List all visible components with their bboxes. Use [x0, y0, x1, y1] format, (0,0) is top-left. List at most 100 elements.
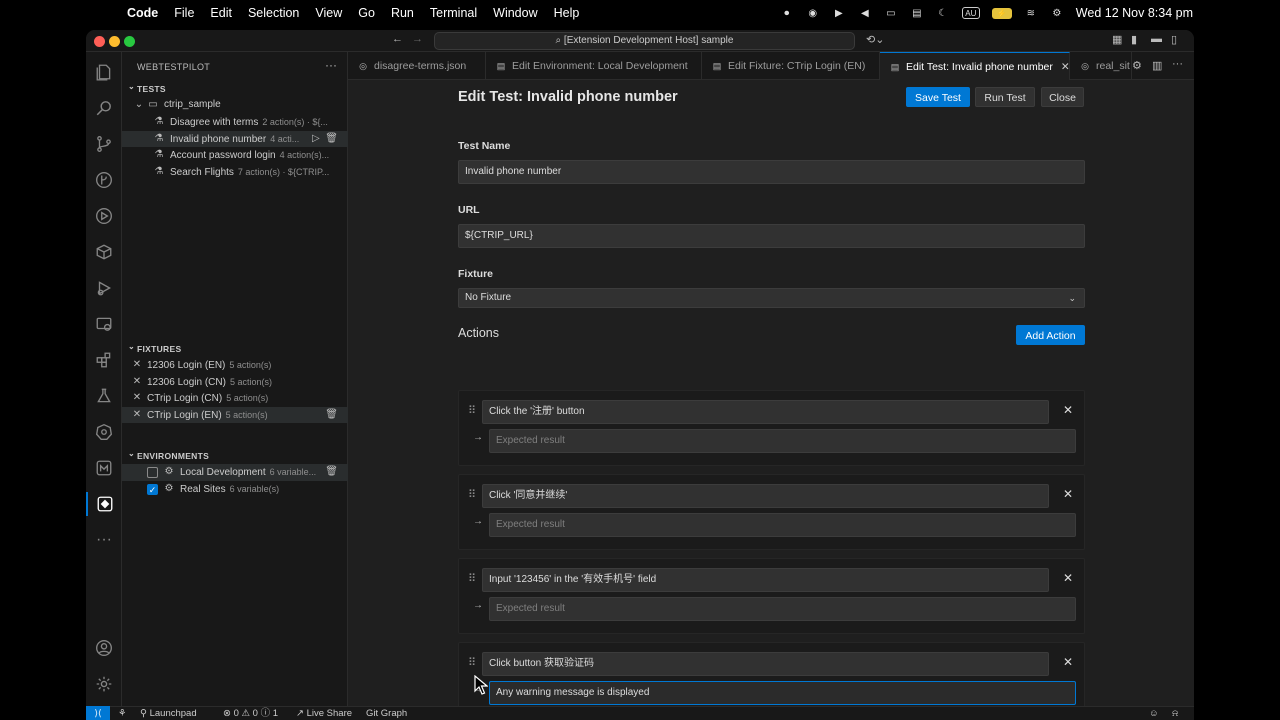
zoom-window-button[interactable]	[124, 36, 135, 47]
manage-gear-icon[interactable]	[86, 672, 122, 696]
menu-terminal[interactable]: Terminal	[430, 6, 477, 20]
remote-indicator-icon[interactable]: ⟩⟨	[86, 706, 110, 720]
menu-edit[interactable]: Edit	[210, 6, 232, 20]
explorer-icon[interactable]	[86, 60, 122, 84]
search-icon[interactable]	[86, 96, 122, 120]
run-test-button[interactable]: Run Test	[975, 87, 1035, 107]
copilot-icon[interactable]: ⟲⌄	[866, 33, 884, 46]
url-input[interactable]: ${CTRIP_URL}	[458, 224, 1085, 248]
more-actions-icon[interactable]: ···	[1172, 58, 1183, 70]
menu-go[interactable]: Go	[358, 6, 375, 20]
tab-edit-test[interactable]: ▤ Edit Test: Invalid phone number ✕	[880, 52, 1070, 80]
tests-section-header[interactable]: ⌄ TESTS	[122, 81, 348, 97]
split-editor-icon[interactable]: ▥	[1152, 59, 1162, 72]
menu-window[interactable]: Window	[493, 6, 537, 20]
menu-selection[interactable]: Selection	[248, 6, 299, 20]
notifications-bell-icon[interactable]: ⍾	[1172, 707, 1178, 720]
environments-section-header[interactable]: ⌄ ENVIRONMENTS	[122, 448, 348, 464]
add-action-button[interactable]: Add Action	[1016, 325, 1085, 345]
wifi-icon[interactable]: ≋	[1024, 6, 1038, 20]
more-actions-icon[interactable]: ···	[325, 58, 337, 72]
tab-disagree-terms[interactable]: ◎ disagree-terms.json	[348, 52, 486, 80]
test-name-input[interactable]: Invalid phone number	[458, 160, 1085, 184]
expected-result-input-focused[interactable]: Any warning message is displayed	[489, 681, 1076, 705]
close-button[interactable]: Close	[1041, 87, 1084, 107]
delete-action-icon[interactable]: ✕	[1063, 571, 1073, 585]
toggle-secondary-sidebar-icon[interactable]: ▯	[1171, 33, 1177, 46]
wechat-icon[interactable]: ◉	[806, 6, 820, 20]
webtestpilot-icon[interactable]	[86, 492, 122, 516]
fixture-item[interactable]: ✕ CTrip Login (CN) 5 action(s)	[122, 390, 348, 407]
testing-flask-icon[interactable]	[86, 384, 122, 408]
drag-handle-icon[interactable]: ⠿	[468, 656, 476, 669]
display-icon[interactable]: ▭	[884, 6, 898, 20]
expected-result-input[interactable]: Expected result	[489, 513, 1076, 537]
more-views-icon[interactable]: ···	[86, 528, 122, 552]
environment-checkbox-checked[interactable]: ✓	[147, 483, 158, 495]
delete-trash-icon[interactable]: 🗑	[325, 133, 338, 144]
extension-host-icon[interactable]: ⚘	[118, 707, 127, 720]
delete-trash-icon[interactable]: 🗑	[325, 407, 338, 424]
toggle-sidebar-icon[interactable]: ▮	[1131, 33, 1137, 46]
customize-layout-icon[interactable]: ▦	[1112, 33, 1122, 46]
test-item[interactable]: ⚗ Search Flights 7 action(s) · ${CTRIP...	[122, 164, 348, 181]
extensions-grid-icon[interactable]	[86, 348, 122, 372]
folder-ctrip-sample[interactable]: ⌄ ▭ ctrip_sample	[122, 97, 348, 114]
drag-handle-icon[interactable]: ⠿	[468, 488, 476, 501]
live-share-item[interactable]: ↗ Live Share	[296, 707, 352, 720]
delete-trash-icon[interactable]: 🗑	[325, 464, 338, 481]
menu-app-name[interactable]: Code	[127, 6, 158, 20]
tab-edit-environment[interactable]: ▤ Edit Environment: Local Development	[486, 52, 702, 80]
git-graph-icon[interactable]	[86, 168, 122, 192]
launchpad-item[interactable]: ⚲ Launchpad	[140, 707, 197, 720]
test-item[interactable]: ⚗ Disagree with terms 2 action(s) · ${...	[122, 114, 348, 131]
forward-arrow-icon[interactable]: →	[412, 33, 423, 45]
environment-checkbox[interactable]	[147, 467, 158, 478]
debug-icon[interactable]	[86, 276, 122, 300]
delete-action-icon[interactable]: ✕	[1063, 487, 1073, 501]
menu-file[interactable]: File	[174, 6, 194, 20]
run-test-icon[interactable]: ▷	[312, 133, 320, 144]
volume-icon[interactable]: ◀	[858, 6, 872, 20]
test-item[interactable]: ⚗ Account password login 4 action(s)...	[122, 147, 348, 164]
problems-indicator[interactable]: ⊗ 0 ⚠ 0 ⓘ 1	[223, 707, 278, 720]
action-input[interactable]: Input '123456' in the '有效手机号' field	[482, 568, 1049, 592]
kubernetes-icon[interactable]	[86, 420, 122, 444]
environment-item[interactable]: ⚙ Local Development 6 variable... 🗑	[122, 464, 348, 481]
close-window-button[interactable]	[94, 36, 105, 47]
git-graph-item[interactable]: Git Graph	[366, 707, 407, 720]
record-icon[interactable]: ⏺	[780, 6, 794, 20]
command-center[interactable]: ⌕ [Extension Development Host] sample	[434, 32, 855, 50]
action-input[interactable]: Click the '注册' button	[482, 400, 1049, 424]
action-input[interactable]: Click '同意并继续'	[482, 484, 1049, 508]
delete-action-icon[interactable]: ✕	[1063, 655, 1073, 669]
account-icon[interactable]	[86, 636, 122, 660]
source-control-icon[interactable]	[86, 132, 122, 156]
back-arrow-icon[interactable]: ←	[392, 33, 403, 45]
play-icon[interactable]: ▶	[832, 6, 846, 20]
moon-icon[interactable]: ☾	[936, 6, 950, 20]
extensions-icon[interactable]	[86, 240, 122, 264]
menu-help[interactable]: Help	[554, 6, 580, 20]
gitlens-icon[interactable]	[86, 456, 122, 480]
close-tab-icon[interactable]: ✕	[1061, 61, 1069, 73]
menu-run[interactable]: Run	[391, 6, 414, 20]
tab-edit-fixture[interactable]: ▤ Edit Fixture: CTrip Login (EN)	[702, 52, 880, 80]
run-debug-icon[interactable]	[86, 204, 122, 228]
fixture-item-selected[interactable]: ✕ CTrip Login (EN) 5 action(s) 🗑	[122, 406, 348, 424]
toggle-panel-icon[interactable]: ▬	[1151, 33, 1162, 45]
remote-explorer-icon[interactable]	[86, 312, 122, 336]
save-test-button[interactable]: Save Test	[906, 87, 970, 107]
control-center-icon[interactable]: ⚙	[1050, 6, 1064, 20]
fixtures-section-header[interactable]: ⌄ FIXTURES	[122, 341, 348, 357]
tab-real-sites[interactable]: ◎ real_sit	[1070, 52, 1132, 80]
settings-gear-icon[interactable]: ⚙	[1132, 59, 1142, 72]
menu-view[interactable]: View	[315, 6, 342, 20]
screen-mirror-icon[interactable]: ▤	[910, 6, 924, 20]
environment-item[interactable]: ✓ ⚙ Real Sites 6 variable(s)	[122, 481, 348, 498]
fixture-item[interactable]: ✕ 12306 Login (CN) 5 action(s)	[122, 374, 348, 391]
battery-icon[interactable]: ⚡	[991, 7, 1012, 19]
keyboard-layout-badge[interactable]: AU	[961, 7, 980, 19]
expected-result-input[interactable]: Expected result	[489, 429, 1076, 453]
drag-handle-icon[interactable]: ⠿	[468, 572, 476, 585]
